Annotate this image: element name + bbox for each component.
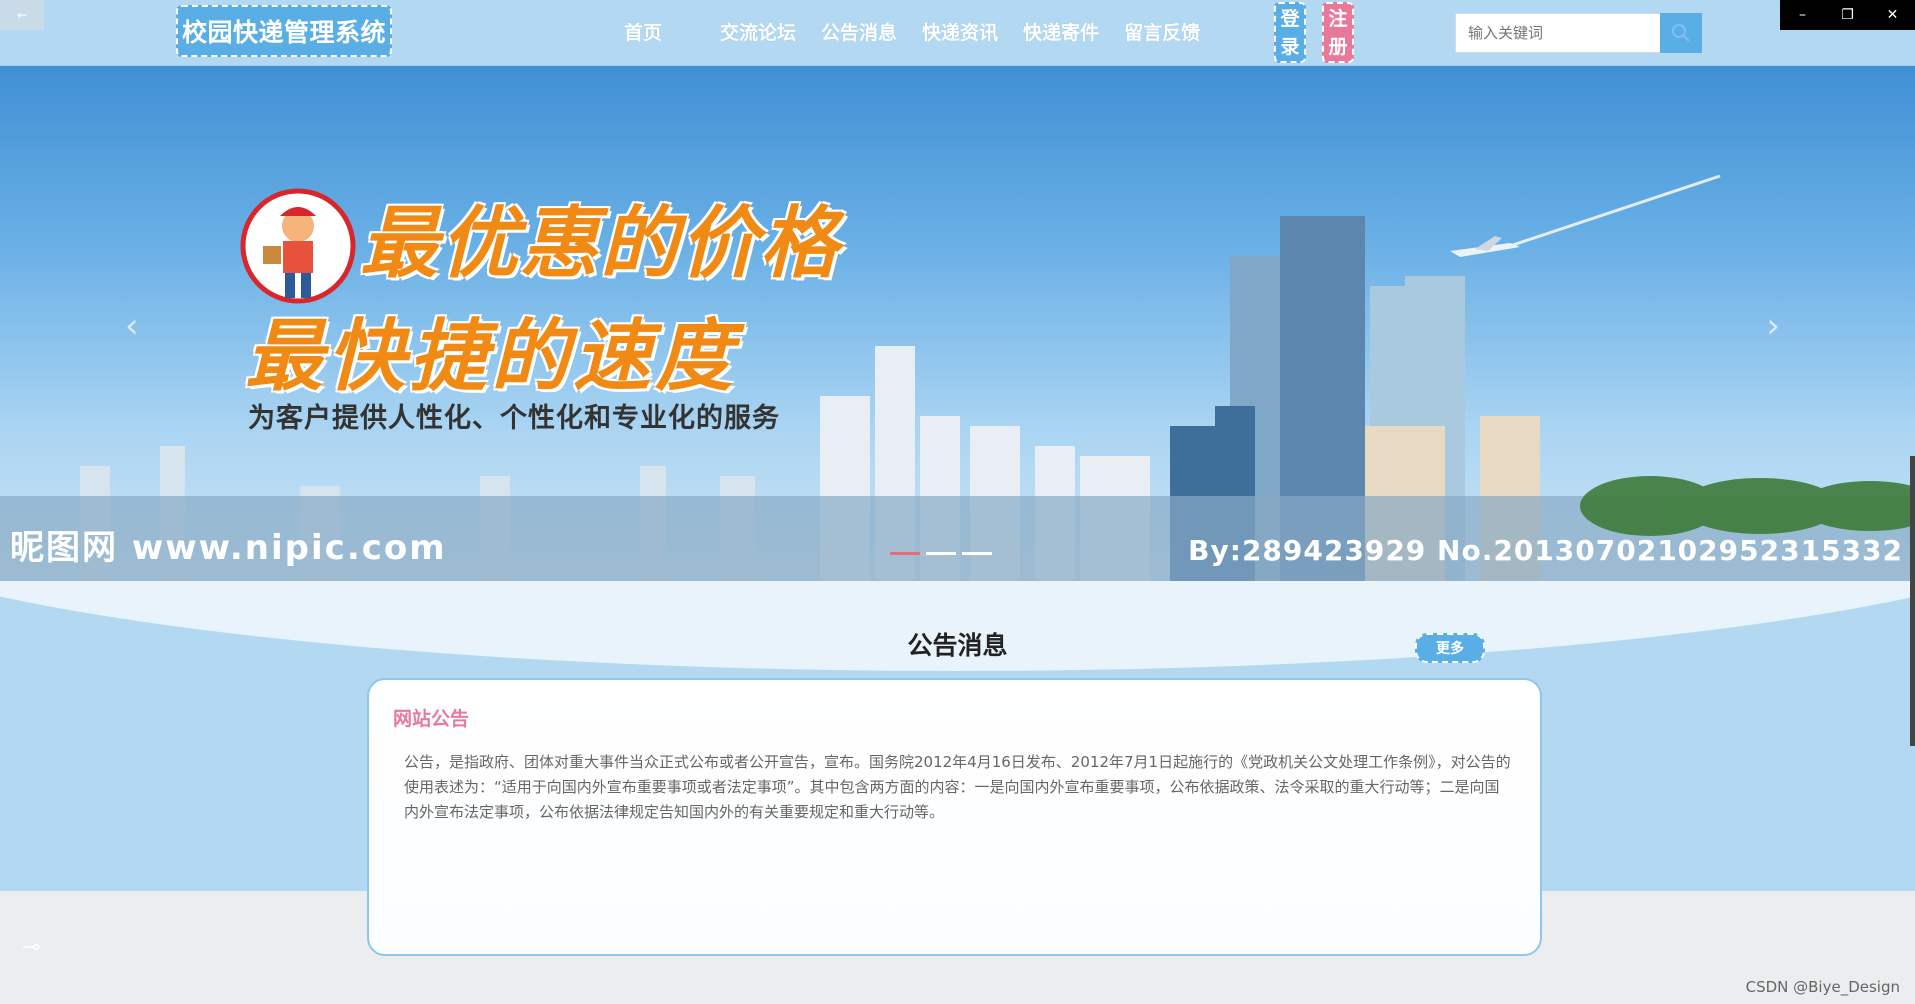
notice-card-title[interactable]: 网站公告	[393, 704, 469, 731]
notice-section-title: 公告消息	[907, 631, 1008, 660]
window-controls: – ❐ ✕	[1780, 0, 1915, 30]
carousel-dot-3[interactable]	[962, 552, 992, 555]
carousel-dot-2[interactable]	[926, 552, 956, 555]
banner-subtitle: 为客户提供人性化、个性化和专业化的服务	[248, 403, 780, 434]
nav-item-forum[interactable]: 交流论坛	[720, 18, 796, 45]
carousel-dot-1[interactable]	[890, 552, 920, 555]
carousel-prev-icon[interactable]: ‹	[125, 306, 139, 346]
search-input[interactable]	[1455, 13, 1661, 53]
nav-item-news[interactable]: 快递资讯	[922, 18, 998, 45]
scrollbar-thumb[interactable]	[1910, 456, 1915, 746]
courier-mascot-image	[240, 188, 356, 304]
notice-card[interactable]: 网站公告 公告，是指政府、团体对重大事件当众正式公布或者公开宣告，宣布。国务院2…	[367, 678, 1542, 956]
site-logo[interactable]: 校园快递管理系统	[176, 5, 393, 57]
main-nav: 首页 交流论坛 公告消息 快递资讯 快递寄件 留言反馈	[600, 18, 1225, 45]
nav-item-send-parcel[interactable]: 快递寄件	[1023, 18, 1099, 45]
register-label-2: 册	[1328, 35, 1348, 58]
carousel-next-icon[interactable]: ›	[1766, 306, 1780, 346]
nav-item-home[interactable]: 首页	[624, 18, 662, 45]
nav-item-notice[interactable]: 公告消息	[821, 18, 897, 45]
notice-card-body: 公告，是指政府、团体对重大事件当众正式公布或者公开宣告，宣布。国务院2012年4…	[404, 753, 1511, 821]
back-tab[interactable]: ←	[0, 0, 44, 30]
search-icon	[1672, 24, 1690, 42]
more-button[interactable]: 更多	[1415, 633, 1485, 663]
banner-watermark-left: 昵图网 www.nipic.com	[10, 528, 447, 568]
register-label-1: 注	[1328, 7, 1348, 30]
restore-button[interactable]: ❐	[1825, 0, 1870, 30]
register-button[interactable]: 注 册	[1322, 2, 1354, 63]
hero-banner[interactable]: 最优惠的价格 最快捷的速度 为客户提供人性化、个性化和专业化的服务 昵图网 ww…	[0, 66, 1915, 581]
carousel-indicators	[890, 552, 998, 555]
login-label-2: 录	[1280, 35, 1300, 58]
banner-watermark-right: By:289423929 No.20130702102952315332	[1188, 534, 1903, 567]
close-button[interactable]: ✕	[1870, 0, 1915, 30]
csdn-watermark: CSDN @Biye_Design	[1745, 978, 1900, 996]
login-label-1: 登	[1280, 7, 1300, 30]
page-scrollbar[interactable]	[1909, 66, 1915, 746]
login-button[interactable]: 登 录	[1274, 2, 1306, 63]
banner-headline-speed: 最快捷的速度	[245, 312, 738, 402]
key-icon: ⊸	[22, 935, 41, 960]
nav-item-feedback[interactable]: 留言反馈	[1124, 18, 1200, 45]
search-button[interactable]	[1660, 13, 1702, 53]
minimize-button[interactable]: –	[1780, 0, 1825, 30]
airplane-image	[1450, 174, 1721, 257]
site-header: 校园快递管理系统 首页 交流论坛 公告消息 快递资讯 快递寄件 留言反馈 登 录…	[0, 0, 1915, 66]
banner-headline-price: 最优惠的价格	[360, 199, 841, 289]
